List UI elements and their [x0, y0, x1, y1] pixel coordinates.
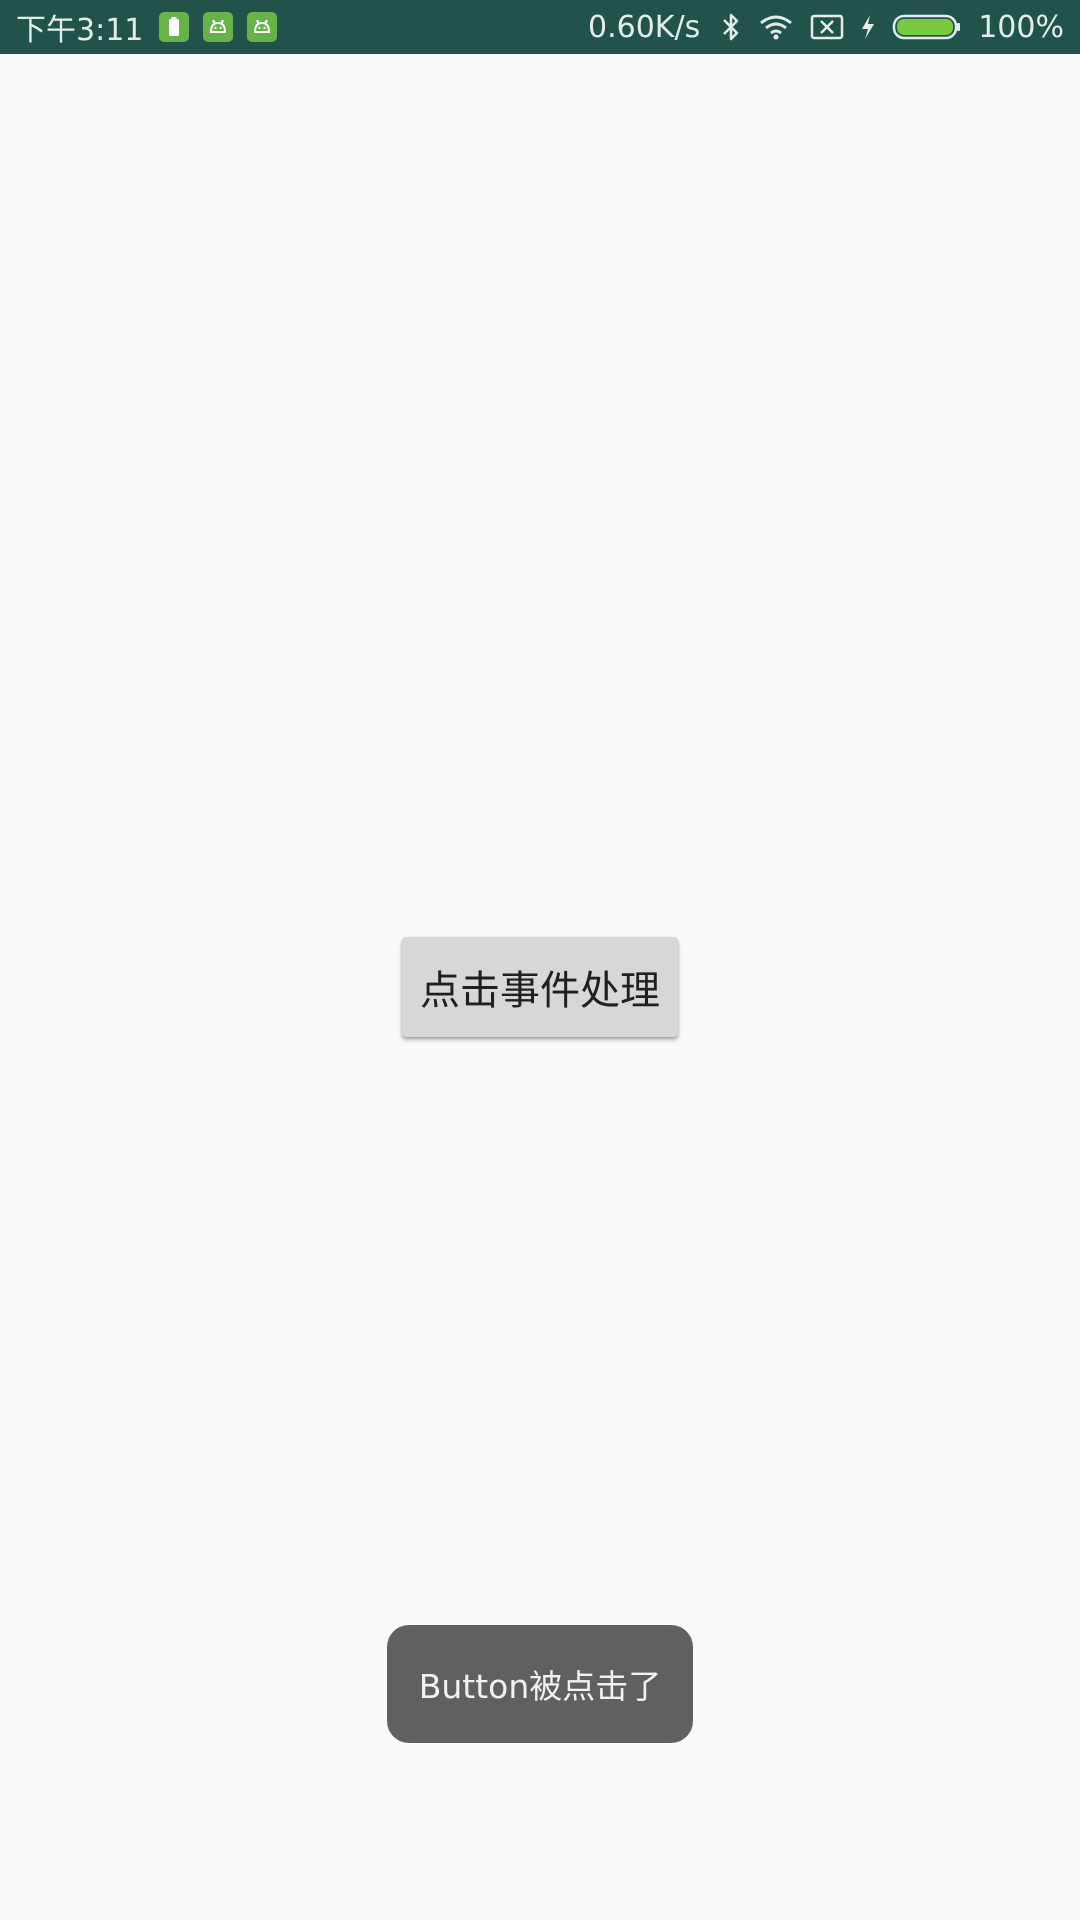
- android-notification-icon: [203, 12, 234, 42]
- app-content: 点击事件处理 Button被点击了: [0, 54, 1080, 1920]
- network-speed: 0.60K/s: [588, 9, 701, 45]
- status-bar: 下午3:11 0.60K/s 100%: [0, 0, 1080, 54]
- battery-icon: [892, 12, 962, 42]
- status-time: 下午3:11: [16, 13, 144, 48]
- android-notification-icon: [247, 12, 278, 42]
- wifi-icon: [758, 12, 794, 42]
- status-right: 0.60K/s 100%: [588, 0, 1064, 54]
- battery-notification-icon: [159, 12, 190, 42]
- battery-percent: 100%: [978, 9, 1064, 45]
- no-sim-icon: [810, 12, 844, 42]
- charging-bolt-icon: [860, 12, 876, 42]
- click-event-button[interactable]: 点击事件处理: [402, 937, 678, 1037]
- status-left: 下午3:11: [16, 0, 278, 54]
- toast-message: Button被点击了: [387, 1625, 693, 1743]
- bluetooth-icon: [720, 12, 742, 42]
